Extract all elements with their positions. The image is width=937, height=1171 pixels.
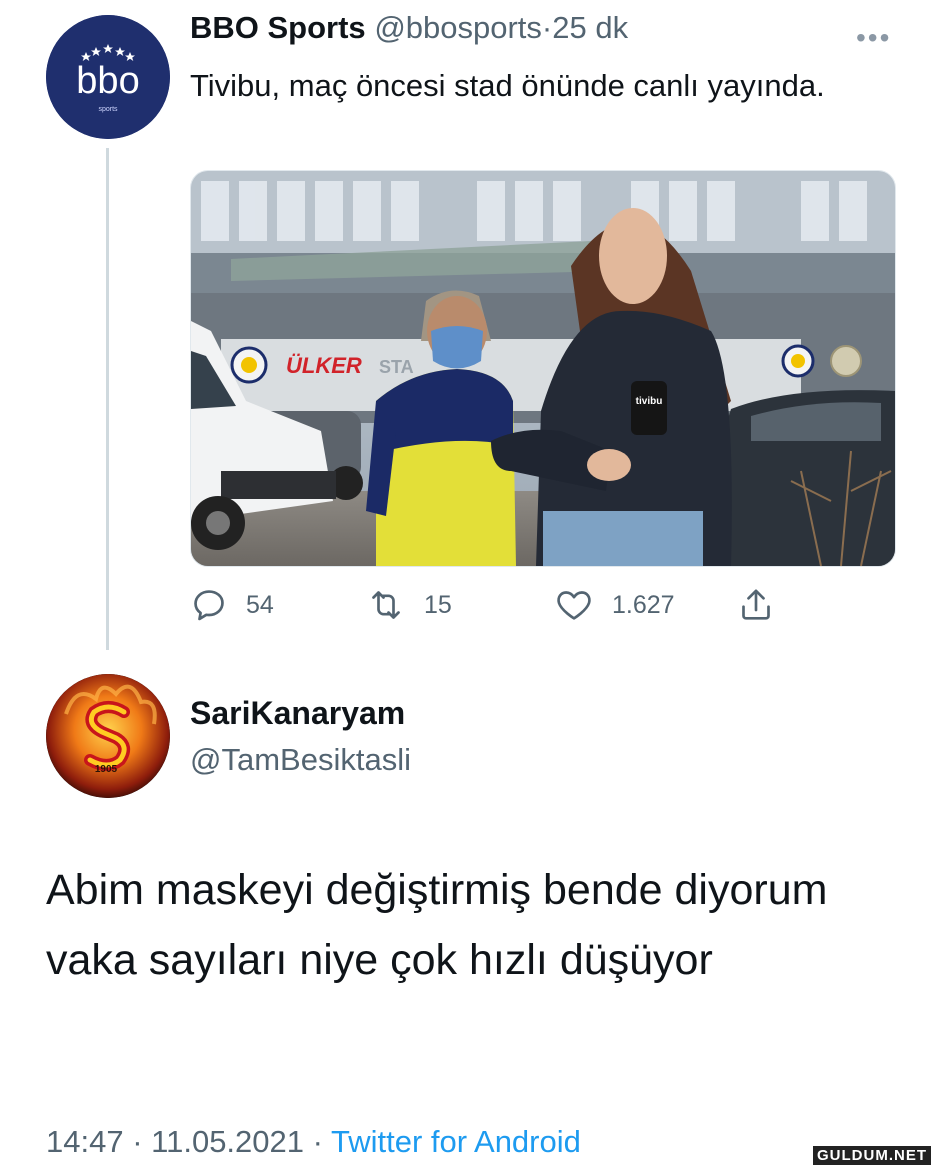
bbo-sports-avatar[interactable]: bbo sports <box>46 15 170 139</box>
meta-separator: · <box>541 10 553 45</box>
meta-separator: · <box>312 1124 323 1159</box>
watermark: GULDUM.NET <box>813 1146 931 1165</box>
reply-action[interactable]: 54 <box>190 585 274 625</box>
reply-text: Abim maskeyi değiştirmiş bende diyorum v… <box>46 866 828 984</box>
reply-time[interactable]: 14:47 <box>46 1124 124 1159</box>
more-dots-icon[interactable]: ••• <box>856 22 891 54</box>
tweet-text: Tivibu, maç öncesi stad önünde canlı yay… <box>190 68 825 103</box>
share-icon <box>742 589 770 620</box>
bbo-logo-text: bbo <box>76 60 139 102</box>
thread-line <box>106 148 109 650</box>
bbo-sports-logo-icon: bbo sports <box>46 15 170 139</box>
sarikanaryam-avatar[interactable]: 1905 <box>46 674 170 798</box>
reply-source-link[interactable]: Twitter for Android <box>331 1124 581 1159</box>
galatasaray-logo-icon: 1905 <box>46 674 170 798</box>
stadium-sign-text: ÜLKER <box>286 353 362 378</box>
reply-count: 54 <box>246 590 274 619</box>
tweet-author-line: BBO Sports @bbosports·25 dk <box>190 10 628 46</box>
share-action[interactable] <box>736 585 794 625</box>
reply-date[interactable]: 11.05.2021 <box>151 1124 304 1159</box>
reply-handle[interactable]: @TamBesiktasli <box>190 742 411 778</box>
stadium-sign-rest: STA <box>379 357 414 377</box>
galatasaray-year: 1905 <box>95 764 118 775</box>
author-display-name[interactable]: BBO Sports <box>190 10 366 45</box>
author-handle[interactable]: @bbosports <box>374 10 542 45</box>
tweet-photo[interactable]: ÜLKER STA tivibu <box>190 170 896 567</box>
mic-flag-text: tivibu <box>636 396 663 407</box>
retweet-count: 15 <box>424 590 452 619</box>
like-action[interactable]: 1.627 <box>554 585 675 625</box>
heart-icon <box>557 591 591 620</box>
tweet-time-ago[interactable]: 25 dk <box>552 10 628 45</box>
stadium-reporter-photo: ÜLKER STA tivibu <box>191 171 895 566</box>
like-count: 1.627 <box>612 590 675 619</box>
retweet-icon <box>372 591 400 619</box>
bbo-logo-subtext: sports <box>98 106 118 113</box>
reply-display-name[interactable]: SariKanaryam <box>190 695 405 732</box>
meta-separator: · <box>132 1124 143 1159</box>
reply-meta: 14:47 · 11.05.2021 · Twitter for Android <box>46 1124 581 1160</box>
retweet-action[interactable]: 15 <box>366 585 452 625</box>
reply-icon <box>194 590 224 621</box>
